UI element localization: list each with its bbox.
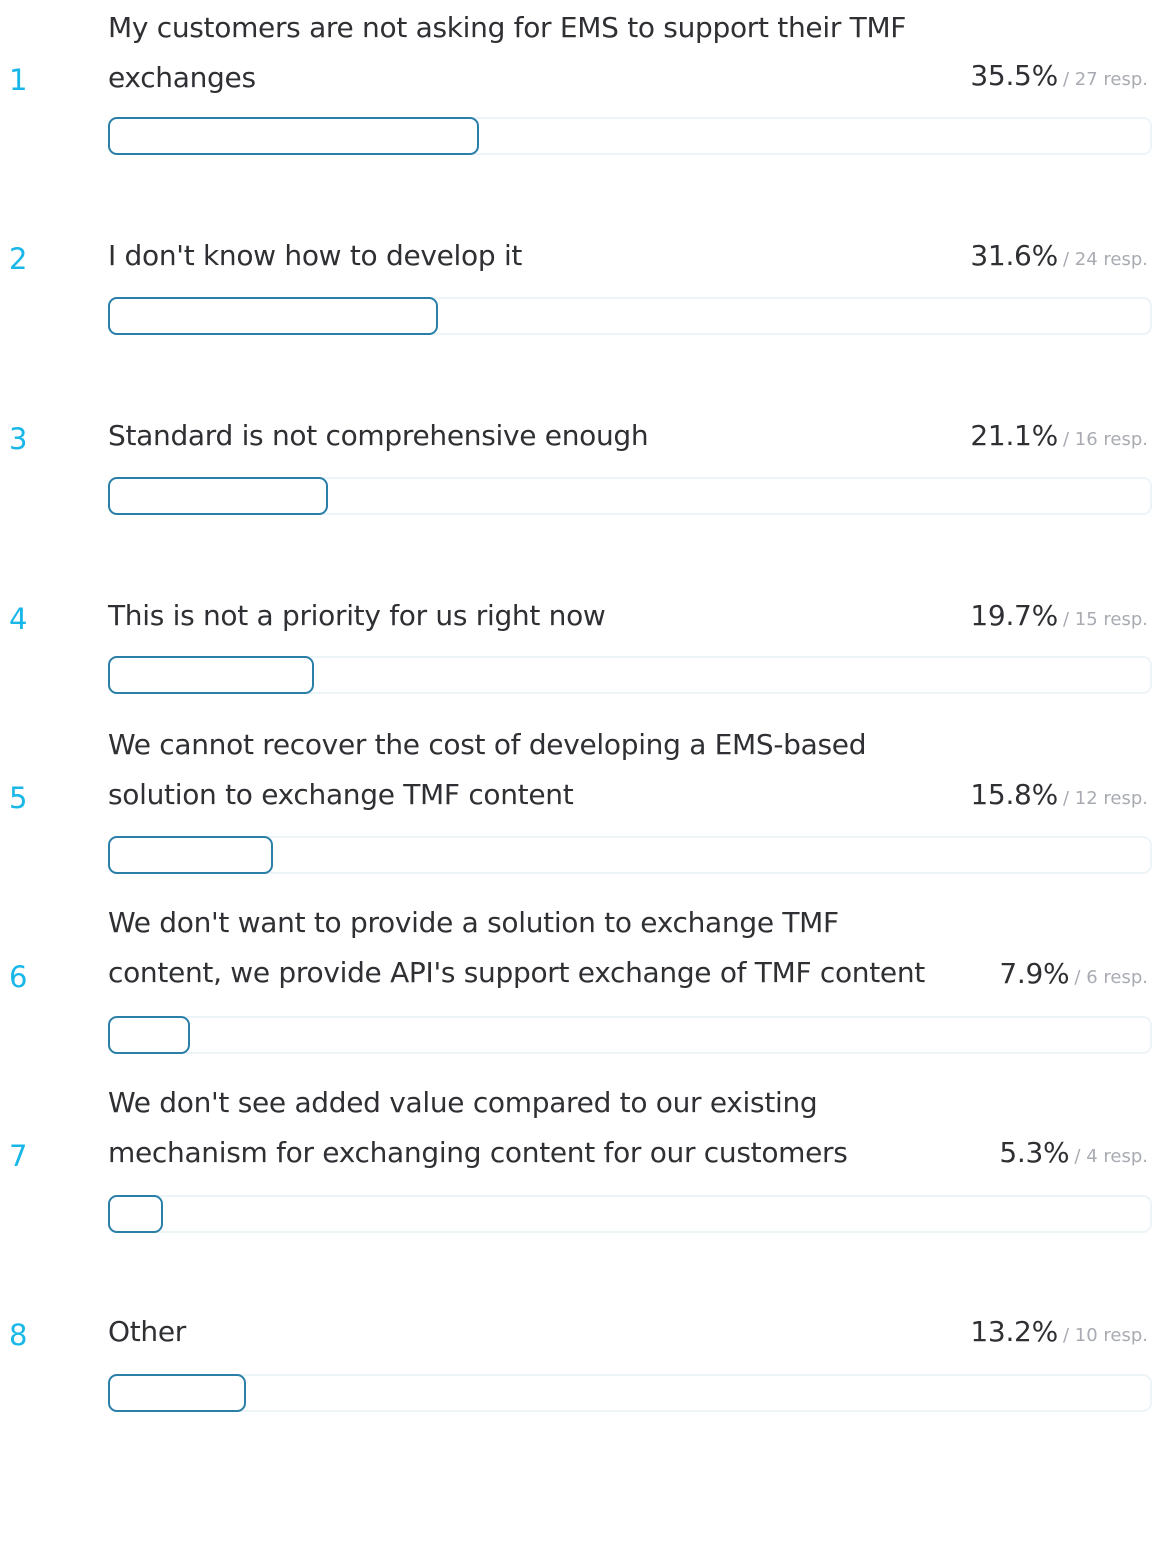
- answer-label: Standard is not comprehensive enough: [108, 419, 649, 452]
- bar-fill: [108, 1374, 246, 1412]
- bar-track: [108, 117, 1152, 155]
- rank-number: 6: [9, 960, 28, 994]
- percent-value: 31.6%: [970, 239, 1058, 272]
- response-count: / 15 resp.: [1062, 609, 1148, 630]
- rank-number: 3: [9, 422, 28, 456]
- percent-value: 21.1%: [970, 419, 1058, 452]
- answer-stat: 19.7% / 15 resp.: [970, 598, 1148, 638]
- bar-fill: [108, 477, 328, 515]
- percent-value: 7.9%: [999, 957, 1070, 990]
- response-count: / 4 resp.: [1074, 1146, 1148, 1167]
- answer-label: We cannot recover the cost of developing…: [108, 728, 867, 811]
- rank-number: 2: [9, 242, 28, 276]
- answer-stat: 31.6% / 24 resp.: [970, 238, 1148, 278]
- response-count: / 10 resp.: [1062, 1325, 1148, 1346]
- bar-fill: [108, 1016, 190, 1054]
- bar-track: [108, 1195, 1152, 1233]
- rank-number: 4: [9, 602, 28, 636]
- answer-label: Other: [108, 1315, 187, 1348]
- percent-value: 35.5%: [970, 59, 1058, 92]
- percent-value: 5.3%: [999, 1136, 1070, 1169]
- response-count: / 12 resp.: [1062, 788, 1148, 809]
- answer-stat: 21.1% / 16 resp.: [970, 418, 1148, 458]
- rank-number: 1: [9, 63, 28, 97]
- bar-track: [108, 477, 1152, 515]
- bar-track: [108, 1374, 1152, 1412]
- response-count: / 27 resp.: [1062, 69, 1148, 90]
- bar-fill: [108, 117, 479, 155]
- answer-stat: 15.8% / 12 resp.: [970, 777, 1148, 817]
- response-count: / 6 resp.: [1074, 967, 1148, 988]
- answer-label: We don't see added value compared to our…: [108, 1086, 848, 1169]
- answer-stat: 35.5% / 27 resp.: [970, 58, 1148, 98]
- bar-fill: [108, 297, 438, 335]
- response-count: / 24 resp.: [1062, 249, 1148, 270]
- answer-stat: 5.3% / 4 resp.: [999, 1135, 1148, 1175]
- percent-value: 13.2%: [970, 1315, 1058, 1348]
- percent-value: 19.7%: [970, 599, 1058, 632]
- answer-label: My customers are not asking for EMS to s…: [108, 11, 907, 94]
- rank-number: 5: [9, 781, 28, 815]
- bar-track: [108, 656, 1152, 694]
- answer-label: We don't want to provide a solution to e…: [108, 906, 925, 989]
- answer-label: This is not a priority for us right now: [108, 599, 606, 632]
- answer-stat: 7.9% / 6 resp.: [999, 956, 1148, 996]
- bar-fill: [108, 836, 273, 874]
- answer-stat: 13.2% / 10 resp.: [970, 1314, 1148, 1354]
- answer-label: I don't know how to develop it: [108, 239, 523, 272]
- percent-value: 15.8%: [970, 778, 1058, 811]
- bar-track: [108, 836, 1152, 874]
- rank-number: 8: [9, 1318, 28, 1352]
- rank-number: 7: [9, 1139, 28, 1173]
- bar-track: [108, 297, 1152, 335]
- bar-fill: [108, 656, 314, 694]
- bar-track: [108, 1016, 1152, 1054]
- response-count: / 16 resp.: [1062, 429, 1148, 450]
- bar-fill: [108, 1195, 163, 1233]
